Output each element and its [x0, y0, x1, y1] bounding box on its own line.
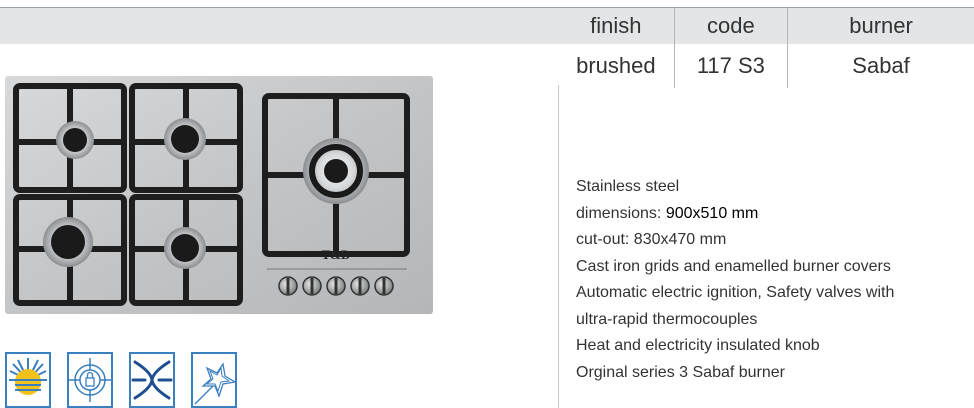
column-divider: [558, 85, 559, 408]
spec-value-row: brushed 117 S3 Sabaf: [558, 44, 974, 88]
code-value: 117 S3: [673, 44, 788, 88]
right-burner: [303, 138, 369, 204]
desc-material: Stainless steel: [576, 178, 680, 195]
fan-icon: [129, 352, 175, 408]
knob: [350, 276, 370, 296]
burner-value: Sabaf: [787, 44, 974, 88]
spec-header-row: finish code burner: [558, 7, 974, 44]
sun-icon: [5, 352, 51, 408]
brand-logo: T&D: [322, 247, 351, 262]
desc-thermocouples: ultra-rapid thermocouples: [576, 310, 758, 328]
knob: [374, 276, 394, 296]
cooktop-image: T&D: [5, 76, 433, 314]
dimensions-value: 900x510 mm: [665, 204, 759, 222]
knob: [278, 276, 298, 296]
burner-header: burner: [787, 7, 974, 44]
product-description: Stainless steel dimensions: 900x510 mm c…: [576, 174, 966, 386]
knob: [302, 276, 322, 296]
finish-value: brushed: [576, 53, 656, 78]
desc-knob: Heat and electricity insulated knob: [576, 337, 820, 354]
desc-burner: Orginal series 3 Sabaf burner: [576, 363, 785, 381]
spec-table: finish code burner brushed 117 S3 Sabaf: [558, 7, 974, 88]
desc-cutout: cut-out: 830x470 mm: [576, 231, 727, 248]
feature-icons: [5, 352, 237, 408]
desc-grids: Cast iron grids and enamelled burner cov…: [576, 257, 891, 275]
code-header: code: [673, 7, 788, 44]
finish-header: finish: [558, 7, 675, 44]
target-lock-icon: [67, 352, 113, 408]
star-icon: [191, 352, 237, 408]
desc-dimensions: dimensions: 900x510 mm: [576, 201, 966, 228]
dimensions-label: dimensions:: [576, 204, 666, 222]
desc-ignition: Automatic electric ignition, Safety valv…: [576, 284, 895, 301]
knob: [326, 276, 346, 296]
